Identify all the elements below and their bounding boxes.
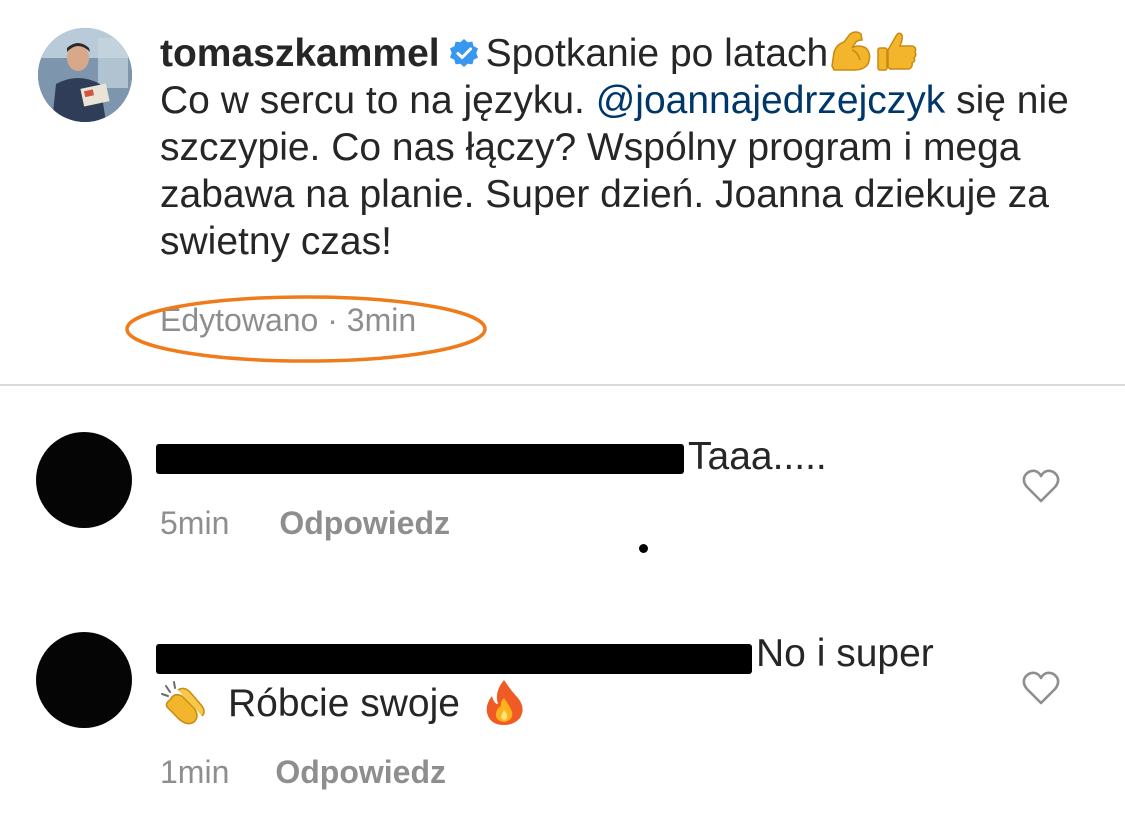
divider <box>0 384 1125 386</box>
flexed-biceps-icon <box>831 31 871 71</box>
meta-separator: · <box>327 302 338 338</box>
stray-dot <box>639 544 648 553</box>
caption-meta: Edytowano · 3min <box>160 302 416 339</box>
reply-button[interactable]: Odpowiedz <box>279 505 450 541</box>
mention-link[interactable]: @joannajedrzejczyk <box>596 79 946 122</box>
thumbs-up-icon <box>877 32 917 71</box>
comment-text: Taaa..... <box>688 435 827 478</box>
comment-time[interactable]: 5min <box>160 505 229 541</box>
comment-avatar[interactable] <box>36 432 132 528</box>
comment-avatar[interactable] <box>36 632 132 728</box>
redacted-username <box>156 644 752 674</box>
heart-icon[interactable] <box>1021 468 1061 504</box>
redacted-username <box>156 444 684 474</box>
reply-button[interactable]: Odpowiedz <box>275 754 446 790</box>
edited-label: Edytowano <box>160 302 319 338</box>
comment-meta: 5min Odpowiedz <box>160 505 450 542</box>
post-title: Spotkanie po latach <box>485 32 829 75</box>
post-time[interactable]: 3min <box>347 302 416 338</box>
author-username[interactable]: tomaszkammel <box>160 32 440 75</box>
comment-time[interactable]: 1min <box>160 754 229 790</box>
verified-badge-icon <box>449 39 478 67</box>
comment-body: Róbcie swoje <box>228 682 460 725</box>
comment-meta: 1min Odpowiedz <box>160 754 446 791</box>
comment-text-line-1: No i super <box>756 632 934 675</box>
author-avatar-photo <box>38 28 132 122</box>
post-caption: tomaszkammel Spotkanie po latach Co w se… <box>160 30 1090 265</box>
clapping-hands-icon <box>161 681 205 725</box>
heart-icon[interactable] <box>1021 670 1061 706</box>
fire-icon <box>486 680 523 725</box>
caption-line-1: Co w sercu to na języku. <box>160 79 596 122</box>
author-avatar[interactable] <box>38 28 132 122</box>
comment-text-line-2: Róbcie swoje <box>160 678 526 728</box>
